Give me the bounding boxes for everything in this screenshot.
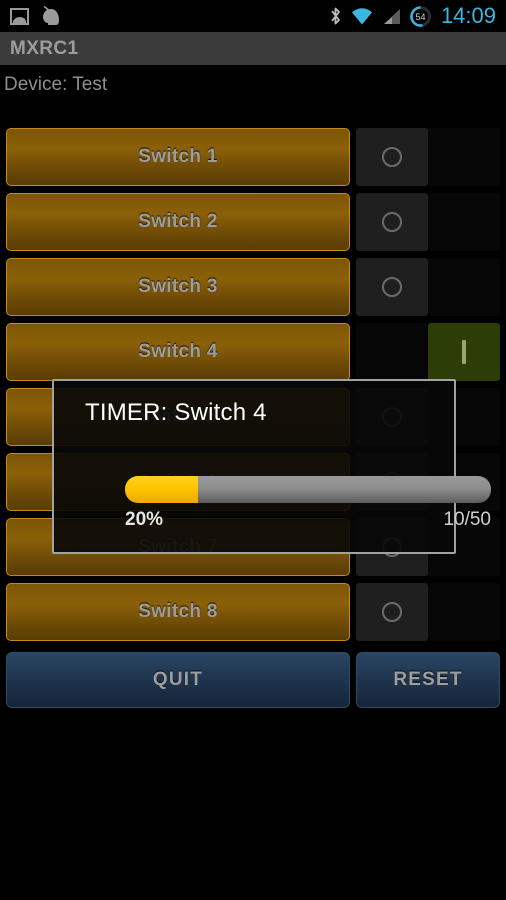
timer-progress-fill — [125, 476, 199, 503]
timer-dialog-title: TIMER: Switch 4 — [85, 399, 267, 426]
bluetooth-icon — [331, 7, 340, 25]
quit-button[interactable]: QUIT — [6, 652, 350, 708]
switch-row: Switch 2 — [0, 193, 506, 251]
switch-button-4[interactable]: Switch 4 — [6, 323, 350, 381]
timer-percent-label: 20% — [125, 509, 164, 530]
switch-row: Switch 4 — [0, 323, 506, 381]
photo-icon — [10, 7, 29, 25]
status-bar-right-icons: 54 14:09 — [329, 5, 496, 27]
switch-state-8[interactable] — [356, 583, 500, 641]
switch-button-3[interactable]: Switch 3 — [6, 258, 350, 316]
switch-state-off-cell[interactable] — [356, 128, 428, 186]
switch-state-on-cell[interactable] — [428, 323, 500, 381]
timer-progress-labels: 20% 10/50 — [125, 509, 491, 531]
device-status-line: Device: Test — [0, 65, 506, 105]
cell-signal-icon — [383, 8, 400, 24]
switch-button-1[interactable]: Switch 1 — [6, 128, 350, 186]
switch-button-2[interactable]: Switch 2 — [6, 193, 350, 251]
timer-progress-bar — [125, 476, 491, 503]
voice-search-icon — [43, 6, 59, 25]
action-button-row: QUIT RESET — [0, 652, 506, 708]
circle-off-icon — [382, 212, 402, 232]
timer-dialog: TIMER: Switch 4 20% 10/50 — [52, 379, 491, 554]
wifi-icon — [351, 7, 372, 24]
status-bar-clock: 14:09 — [440, 3, 496, 28]
app-title: MXRC1 — [10, 37, 79, 59]
status-bar-left-icons — [10, 6, 60, 26]
switch-row: Switch 1 — [0, 128, 506, 186]
switch-button-8[interactable]: Switch 8 — [6, 583, 350, 641]
device-label: Device: Test — [4, 74, 108, 95]
switch-state-1[interactable] — [356, 128, 500, 186]
switch-state-on-cell[interactable] — [428, 128, 500, 186]
battery-level-text: 54 — [415, 12, 425, 22]
switch-state-3[interactable] — [356, 258, 500, 316]
status-bar: 54 14:09 — [0, 0, 506, 32]
switch-state-off-cell[interactable] — [356, 193, 428, 251]
reset-button[interactable]: RESET — [356, 652, 500, 708]
switch-state-off-cell[interactable] — [356, 583, 428, 641]
app-screen: 54 14:09 MXRC1 Device: Test Switch 1 Swi… — [0, 0, 506, 900]
switch-row: Switch 8 — [0, 583, 506, 641]
timer-count-label: 10/50 — [443, 509, 491, 530]
battery-icon: 54 — [410, 5, 431, 27]
bar-on-icon — [462, 340, 466, 364]
app-title-bar: MXRC1 — [0, 32, 506, 65]
switch-row: Switch 3 — [0, 258, 506, 316]
switch-state-on-cell[interactable] — [428, 583, 500, 641]
circle-off-icon — [382, 147, 402, 167]
switch-state-2[interactable] — [356, 193, 500, 251]
switch-state-on-cell[interactable] — [428, 193, 500, 251]
switch-state-4[interactable] — [356, 323, 500, 381]
switch-state-off-cell[interactable] — [356, 323, 428, 381]
switch-state-off-cell[interactable] — [356, 258, 428, 316]
circle-off-icon — [382, 277, 402, 297]
switch-state-on-cell[interactable] — [428, 258, 500, 316]
circle-off-icon — [382, 602, 402, 622]
